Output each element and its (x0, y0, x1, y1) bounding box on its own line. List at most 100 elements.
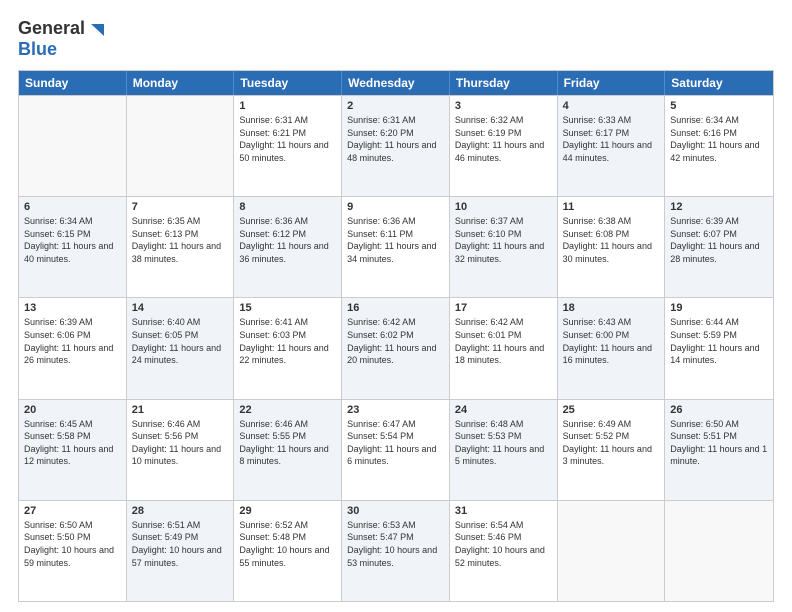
cell-info: Sunrise: 6:38 AM Sunset: 6:08 PM Dayligh… (563, 215, 660, 265)
cell-info: Sunrise: 6:48 AM Sunset: 5:53 PM Dayligh… (455, 418, 552, 468)
calendar-cell (558, 501, 666, 601)
calendar-cell: 8 Sunrise: 6:36 AM Sunset: 6:12 PM Daylig… (234, 197, 342, 297)
calendar-cell: 18 Sunrise: 6:43 AM Sunset: 6:00 PM Dayli… (558, 298, 666, 398)
day-number: 19 (670, 302, 768, 314)
day-number: 3 (455, 100, 552, 112)
day-number: 22 (239, 404, 336, 416)
day-number: 11 (563, 201, 660, 213)
day-number: 1 (239, 100, 336, 112)
calendar-row: 20 Sunrise: 6:45 AM Sunset: 5:58 PM Dayli… (19, 399, 773, 500)
cell-info: Sunrise: 6:54 AM Sunset: 5:46 PM Dayligh… (455, 519, 552, 569)
calendar-cell (127, 96, 235, 196)
cell-info: Sunrise: 6:46 AM Sunset: 5:56 PM Dayligh… (132, 418, 229, 468)
day-number: 12 (670, 201, 768, 213)
day-number: 30 (347, 505, 444, 517)
day-number: 26 (670, 404, 768, 416)
day-number: 29 (239, 505, 336, 517)
day-number: 8 (239, 201, 336, 213)
cell-info: Sunrise: 6:39 AM Sunset: 6:06 PM Dayligh… (24, 316, 121, 366)
weekday-header: Monday (127, 71, 235, 95)
cell-info: Sunrise: 6:42 AM Sunset: 6:01 PM Dayligh… (455, 316, 552, 366)
calendar-cell: 24 Sunrise: 6:48 AM Sunset: 5:53 PM Dayli… (450, 400, 558, 500)
day-number: 15 (239, 302, 336, 314)
calendar-row: 27Sunrise: 6:50 AM Sunset: 5:50 PM Dayli… (19, 500, 773, 601)
cell-info: Sunrise: 6:36 AM Sunset: 6:12 PM Dayligh… (239, 215, 336, 265)
day-number: 5 (670, 100, 768, 112)
cell-info: Sunrise: 6:33 AM Sunset: 6:17 PM Dayligh… (563, 114, 660, 164)
calendar-cell: 1 Sunrise: 6:31 AM Sunset: 6:21 PM Daylig… (234, 96, 342, 196)
calendar-cell: 12 Sunrise: 6:39 AM Sunset: 6:07 PM Dayli… (665, 197, 773, 297)
calendar-cell: 29 Sunrise: 6:52 AM Sunset: 5:48 PM Dayli… (234, 501, 342, 601)
weekday-header: Thursday (450, 71, 558, 95)
calendar-cell: 23 Sunrise: 6:47 AM Sunset: 5:54 PM Dayli… (342, 400, 450, 500)
calendar-cell: 9 Sunrise: 6:36 AM Sunset: 6:11 PM Daylig… (342, 197, 450, 297)
cell-info: Sunrise: 6:47 AM Sunset: 5:54 PM Dayligh… (347, 418, 444, 468)
day-number: 4 (563, 100, 660, 112)
calendar-cell: 25 Sunrise: 6:49 AM Sunset: 5:52 PM Dayli… (558, 400, 666, 500)
cell-info: Sunrise: 6:36 AM Sunset: 6:11 PM Dayligh… (347, 215, 444, 265)
day-number: 21 (132, 404, 229, 416)
calendar: SundayMondayTuesdayWednesdayThursdayFrid… (18, 70, 774, 602)
calendar-cell: 2Sunrise: 6:31 AM Sunset: 6:20 PM Daylig… (342, 96, 450, 196)
day-number: 13 (24, 302, 121, 314)
weekday-header: Sunday (19, 71, 127, 95)
calendar-cell: 16 Sunrise: 6:42 AM Sunset: 6:02 PM Dayli… (342, 298, 450, 398)
day-number: 18 (563, 302, 660, 314)
calendar-cell: 15 Sunrise: 6:41 AM Sunset: 6:03 PM Dayli… (234, 298, 342, 398)
calendar-cell: 13 Sunrise: 6:39 AM Sunset: 6:06 PM Dayli… (19, 298, 127, 398)
weekday-header: Wednesday (342, 71, 450, 95)
day-number: 31 (455, 505, 552, 517)
logo-triangle-icon (86, 20, 104, 38)
day-number: 16 (347, 302, 444, 314)
calendar-body: 1 Sunrise: 6:31 AM Sunset: 6:21 PM Daylig… (19, 95, 773, 601)
cell-info: Sunrise: 6:41 AM Sunset: 6:03 PM Dayligh… (239, 316, 336, 366)
calendar-cell: 30 Sunrise: 6:53 AM Sunset: 5:47 PM Dayli… (342, 501, 450, 601)
cell-info: Sunrise: 6:43 AM Sunset: 6:00 PM Dayligh… (563, 316, 660, 366)
day-number: 14 (132, 302, 229, 314)
page: General Blue SundayMondayTuesdayWednesda… (0, 0, 792, 612)
weekday-header: Saturday (665, 71, 773, 95)
cell-info: Sunrise: 6:42 AM Sunset: 6:02 PM Dayligh… (347, 316, 444, 366)
calendar-cell: 14 Sunrise: 6:40 AM Sunset: 6:05 PM Dayli… (127, 298, 235, 398)
cell-info: Sunrise: 6:45 AM Sunset: 5:58 PM Dayligh… (24, 418, 121, 468)
weekday-header: Friday (558, 71, 666, 95)
calendar-cell: 28Sunrise: 6:51 AM Sunset: 5:49 PM Dayli… (127, 501, 235, 601)
day-number: 2 (347, 100, 444, 112)
cell-info: Sunrise: 6:50 AM Sunset: 5:51 PM Dayligh… (670, 418, 768, 468)
calendar-header: SundayMondayTuesdayWednesdayThursdayFrid… (19, 71, 773, 95)
calendar-cell: 26 Sunrise: 6:50 AM Sunset: 5:51 PM Dayli… (665, 400, 773, 500)
cell-info: Sunrise: 6:52 AM Sunset: 5:48 PM Dayligh… (239, 519, 336, 569)
cell-info: Sunrise: 6:39 AM Sunset: 6:07 PM Dayligh… (670, 215, 768, 265)
calendar-cell: 10 Sunrise: 6:37 AM Sunset: 6:10 PM Dayli… (450, 197, 558, 297)
day-number: 10 (455, 201, 552, 213)
day-number: 28 (132, 505, 229, 517)
day-number: 25 (563, 404, 660, 416)
calendar-cell: 27Sunrise: 6:50 AM Sunset: 5:50 PM Dayli… (19, 501, 127, 601)
cell-info: Sunrise: 6:53 AM Sunset: 5:47 PM Dayligh… (347, 519, 444, 569)
calendar-cell: 17 Sunrise: 6:42 AM Sunset: 6:01 PM Dayli… (450, 298, 558, 398)
cell-info: Sunrise: 6:49 AM Sunset: 5:52 PM Dayligh… (563, 418, 660, 468)
calendar-row: 6 Sunrise: 6:34 AM Sunset: 6:15 PM Daylig… (19, 196, 773, 297)
calendar-cell: 6 Sunrise: 6:34 AM Sunset: 6:15 PM Daylig… (19, 197, 127, 297)
cell-info: Sunrise: 6:34 AM Sunset: 6:15 PM Dayligh… (24, 215, 121, 265)
logo: General Blue (18, 18, 104, 60)
calendar-cell: 7Sunrise: 6:35 AM Sunset: 6:13 PM Daylig… (127, 197, 235, 297)
day-number: 24 (455, 404, 552, 416)
day-number: 6 (24, 201, 121, 213)
day-number: 23 (347, 404, 444, 416)
calendar-cell: 31 Sunrise: 6:54 AM Sunset: 5:46 PM Dayli… (450, 501, 558, 601)
cell-info: Sunrise: 6:46 AM Sunset: 5:55 PM Dayligh… (239, 418, 336, 468)
cell-info: Sunrise: 6:50 AM Sunset: 5:50 PM Dayligh… (24, 519, 121, 569)
cell-info: Sunrise: 6:40 AM Sunset: 6:05 PM Dayligh… (132, 316, 229, 366)
calendar-cell: 20 Sunrise: 6:45 AM Sunset: 5:58 PM Dayli… (19, 400, 127, 500)
day-number: 20 (24, 404, 121, 416)
day-number: 9 (347, 201, 444, 213)
calendar-cell (665, 501, 773, 601)
calendar-cell: 21 Sunrise: 6:46 AM Sunset: 5:56 PM Dayli… (127, 400, 235, 500)
day-number: 17 (455, 302, 552, 314)
calendar-cell: 5Sunrise: 6:34 AM Sunset: 6:16 PM Daylig… (665, 96, 773, 196)
cell-info: Sunrise: 6:35 AM Sunset: 6:13 PM Dayligh… (132, 215, 229, 265)
cell-info: Sunrise: 6:31 AM Sunset: 6:21 PM Dayligh… (239, 114, 336, 164)
calendar-row: 13 Sunrise: 6:39 AM Sunset: 6:06 PM Dayli… (19, 297, 773, 398)
cell-info: Sunrise: 6:37 AM Sunset: 6:10 PM Dayligh… (455, 215, 552, 265)
